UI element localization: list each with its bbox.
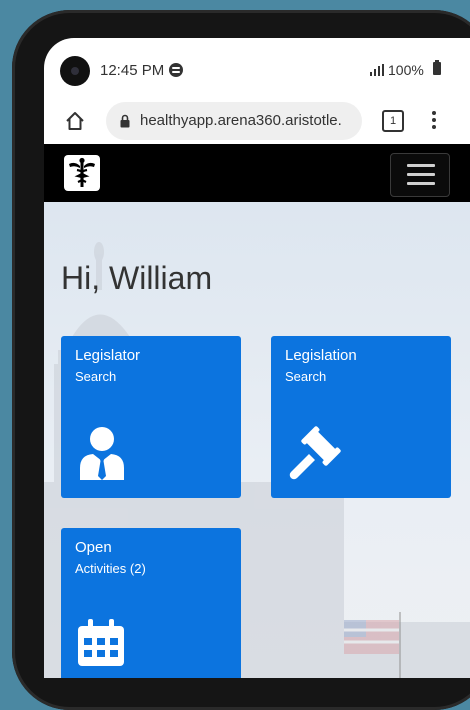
hamburger-menu-icon[interactable] bbox=[390, 153, 450, 197]
phone-screen: 12:45 PM 100% healthyapp.arena360.aristo… bbox=[44, 38, 470, 678]
signal-icon bbox=[370, 64, 384, 76]
url-text: healthyapp.arena360.aristotle. bbox=[140, 112, 342, 129]
more-vert-icon[interactable] bbox=[432, 111, 436, 129]
greeting-heading: Hi, William bbox=[61, 260, 213, 296]
camera-icon bbox=[60, 56, 90, 86]
phone-frame: 12:45 PM 100% healthyapp.arena360.aristo… bbox=[12, 10, 470, 710]
tabs-icon[interactable]: 1 bbox=[382, 110, 404, 132]
app-header bbox=[44, 144, 470, 202]
caduceus-logo-icon[interactable] bbox=[64, 155, 100, 191]
tile-title: Legislation bbox=[285, 347, 357, 364]
battery-percent: 100% bbox=[388, 62, 424, 78]
dashboard-content: Hi, William Legislator Search Legislatio… bbox=[44, 202, 470, 678]
legislator-search-tile[interactable]: Legislator Search bbox=[61, 336, 241, 498]
tile-subtitle: Activities (2) bbox=[75, 561, 146, 576]
lock-icon bbox=[120, 114, 130, 128]
person-tie-icon bbox=[78, 426, 126, 487]
legislation-search-tile[interactable]: Legislation Search bbox=[271, 336, 451, 498]
battery-icon bbox=[433, 60, 441, 75]
status-time: 12:45 PM bbox=[100, 62, 165, 79]
spotify-icon bbox=[169, 63, 183, 77]
status-bar: 12:45 PM 100% bbox=[44, 38, 470, 98]
gavel-icon bbox=[287, 426, 343, 487]
open-activities-tile[interactable]: Open Activities (2) bbox=[61, 528, 241, 678]
address-bar[interactable]: healthyapp.arena360.aristotle. bbox=[106, 102, 362, 140]
tile-subtitle: Search bbox=[75, 369, 117, 384]
calendar-icon bbox=[76, 618, 126, 673]
browser-toolbar: healthyapp.arena360.aristotle. 1 bbox=[44, 98, 470, 144]
tile-title: Open bbox=[75, 539, 112, 556]
home-icon[interactable] bbox=[64, 110, 86, 132]
tile-subtitle: Search bbox=[285, 369, 327, 384]
tile-title: Legislator bbox=[75, 347, 141, 364]
